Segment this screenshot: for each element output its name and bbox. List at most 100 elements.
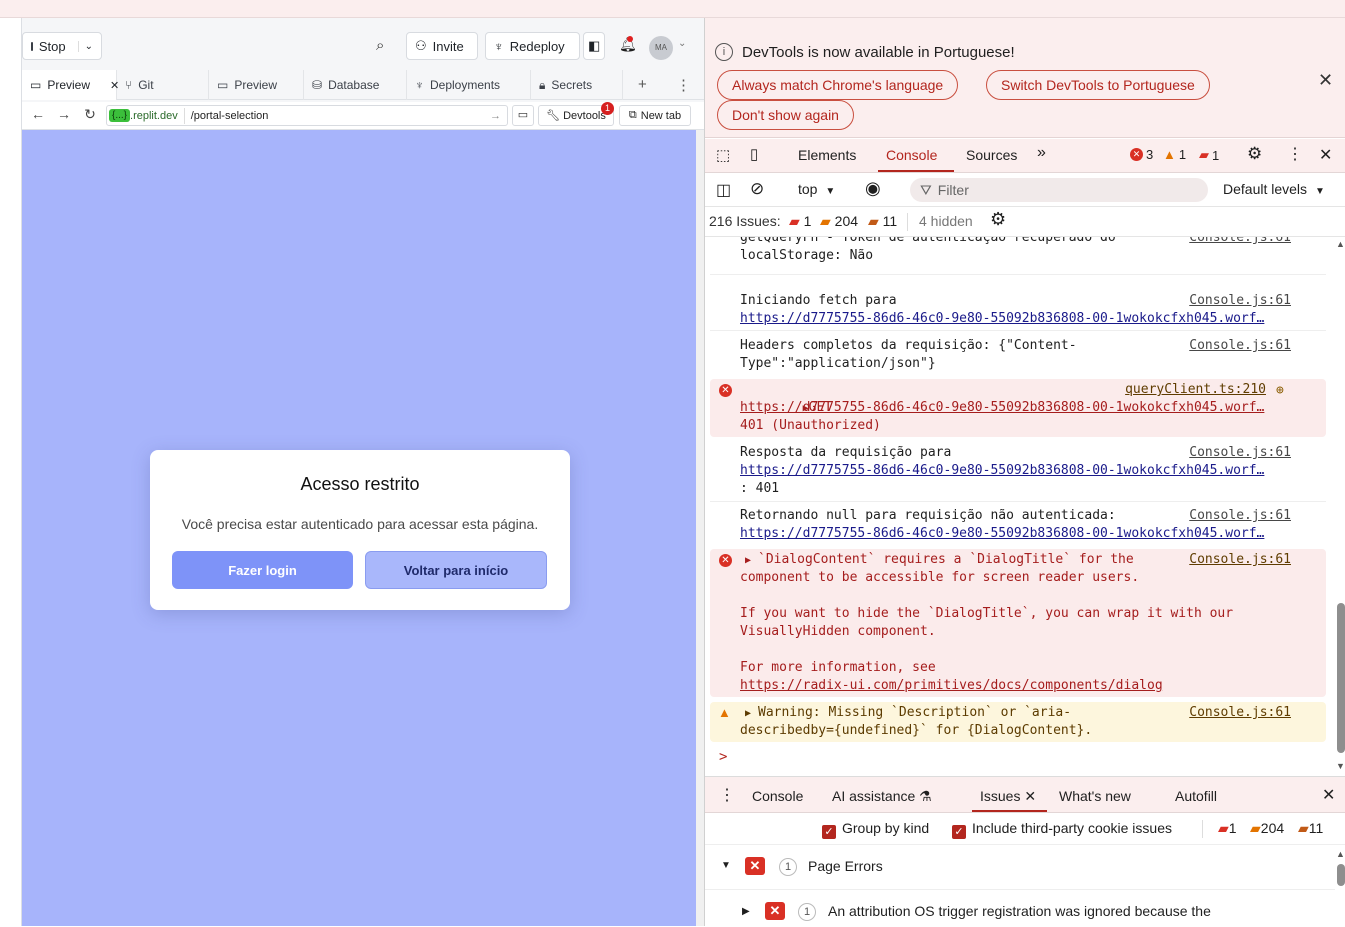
devtools-badge: 1	[601, 102, 614, 115]
log-url-link[interactable]: https://d7775755-86d6-46c0-9e80-55092b83…	[740, 525, 1295, 543]
issue-info[interactable]: ▰ 11	[868, 213, 897, 230]
network-request-icon[interactable]: ⊕	[1276, 383, 1284, 398]
error-count-badge[interactable]: ✕ 3	[1130, 147, 1153, 162]
log-url-link[interactable]: https://d7775755-86d6-46c0-9e80-55092b83…	[740, 399, 1295, 417]
warning-count-badge[interactable]: ▲ 1	[1163, 147, 1186, 162]
close-icon[interactable]: ✕	[1318, 70, 1333, 91]
scroll-thumb[interactable]	[1337, 864, 1345, 886]
close-icon[interactable]: ✕	[1024, 788, 1036, 804]
search-icon[interactable]: ⌕	[376, 37, 384, 54]
stop-button[interactable]: Stop ⌄	[22, 32, 102, 60]
device-toolbar-icon[interactable]: ▯	[750, 145, 758, 163]
scroll-down-icon[interactable]: ▼	[1336, 761, 1345, 771]
log-source-link[interactable]: Console.js:61	[1189, 444, 1291, 462]
count: 11	[1308, 820, 1324, 836]
devtools-drawer: ⋮ Console AI assistance ⚗ Issues ✕ What'…	[705, 776, 1345, 926]
gear-icon[interactable]: ⚙	[1247, 144, 1262, 164]
avatar[interactable]: MA	[649, 36, 673, 60]
issue-warnings[interactable]: ▰ 204	[820, 213, 858, 230]
log-url-link[interactable]: https://d7775755-86d6-46c0-9e80-55092b83…	[740, 462, 1295, 480]
log-source-link[interactable]: queryClient.ts:210	[1125, 381, 1266, 399]
log-source-link[interactable]: Console.js:61	[1189, 507, 1291, 525]
tab-secrets[interactable]: 🔒︎ Secrets	[531, 70, 623, 100]
drawer-info-count: ▰11	[1298, 820, 1323, 837]
infobar-message: DevTools is now available in Portuguese!	[742, 44, 1015, 61]
log-url-link[interactable]: https://radix-ui.com/primitives/docs/com…	[740, 677, 1295, 695]
log-source-link[interactable]: Console.js:61	[1189, 292, 1291, 310]
tab-preview[interactable]: ▭ Preview ✕	[22, 70, 119, 100]
windows-button[interactable]: ◧	[583, 32, 605, 60]
page-errors-count: 1	[779, 858, 797, 876]
back-arrow-icon[interactable]: ←	[28, 106, 48, 122]
go-arrow-icon[interactable]: →	[490, 110, 501, 122]
switch-language-button[interactable]: Switch DevTools to Portuguese	[986, 70, 1210, 100]
devtools-panel: i DevTools is now available in Portugues…	[704, 18, 1345, 926]
tab-elements[interactable]: Elements	[798, 147, 856, 163]
scroll-up-icon[interactable]: ▲	[1336, 239, 1345, 249]
separator	[1202, 820, 1203, 838]
reload-icon[interactable]: ↻	[80, 106, 100, 123]
log-source-link[interactable]: Console.js:61	[1189, 551, 1291, 569]
issue-count: 1	[798, 903, 816, 921]
warning-icon: ▲	[718, 705, 731, 720]
more-tabs-icon[interactable]: »	[1037, 144, 1046, 162]
back-home-button[interactable]: Voltar para início	[365, 551, 547, 589]
more-vertical-icon[interactable]: ⋮	[719, 785, 735, 805]
close-icon[interactable]: ✕	[1322, 785, 1335, 805]
drawer-tab-issues[interactable]: Issues ✕	[980, 788, 1036, 805]
group-by-kind-checkbox[interactable]: ✓ Group by kind	[822, 820, 929, 839]
invite-button[interactable]: ⚇ Invite	[406, 32, 478, 60]
tab-preview-2[interactable]: ▭ Preview	[209, 70, 304, 100]
dont-show-button[interactable]: Don't show again	[717, 100, 854, 130]
tab-console[interactable]: Console	[886, 147, 937, 163]
sidebar-toggle-icon[interactable]: ◫	[716, 180, 731, 200]
console-toolbar: ◫ ⊘ top ▼ ◉ ⛛ Filter Default levels ▼	[705, 173, 1345, 207]
forward-arrow-icon[interactable]: →	[54, 106, 74, 122]
add-tab-icon[interactable]: +	[638, 76, 647, 93]
redeploy-button[interactable]: ♆ Redeploy	[485, 32, 580, 60]
scroll-thumb[interactable]	[1337, 603, 1345, 753]
issue-errors[interactable]: ▰ 1	[789, 213, 811, 230]
log-levels-select[interactable]: Default levels ▼	[1223, 181, 1325, 197]
console-prompt[interactable]: >	[719, 749, 727, 765]
eye-icon[interactable]: ◉	[865, 178, 881, 199]
log-source-link[interactable]: Console.js:61	[1189, 704, 1291, 722]
more-vertical-icon[interactable]: ⋮	[1287, 144, 1303, 164]
drawer-scrollbar[interactable]: ▲	[1335, 846, 1345, 927]
issues-label: 216 Issues:	[709, 213, 781, 229]
url-field[interactable]: {...} .replit.dev /portal-selection →	[106, 105, 508, 126]
levels-label: Default levels	[1223, 181, 1308, 197]
inspect-element-icon[interactable]: ⬚	[716, 146, 730, 164]
more-vertical-icon[interactable]: ⋮	[676, 76, 691, 94]
third-party-checkbox[interactable]: ✓ Include third-party cookie issues	[952, 820, 1172, 839]
page-errors-group[interactable]: ▼ ✕ 1 Page Errors	[705, 846, 1335, 890]
log-source-link[interactable]: Console.js:61	[1189, 337, 1291, 355]
database-icon: ⛁	[312, 78, 323, 92]
context-select[interactable]: top ▼	[798, 181, 835, 197]
screen-toggle-button[interactable]: ▭	[512, 105, 534, 126]
gear-icon[interactable]: ⚙	[990, 209, 1006, 230]
drawer-tab-console[interactable]: Console	[752, 788, 803, 804]
filter-input[interactable]: ⛛ Filter	[910, 178, 1208, 202]
log-url-link[interactable]: https://d7775755-86d6-46c0-9e80-55092b83…	[740, 310, 1295, 328]
tab-sources[interactable]: Sources	[966, 147, 1017, 163]
scroll-up-icon[interactable]: ▲	[1336, 849, 1345, 859]
drawer-tab-ai-assistance[interactable]: AI assistance ⚗	[832, 788, 932, 805]
log-source-link[interactable]: Console.js:61	[1189, 237, 1291, 247]
drawer-tab-autofill[interactable]: Autofill	[1175, 788, 1217, 804]
issue-count-badge[interactable]: ▰ 1	[1199, 147, 1219, 163]
close-icon[interactable]: ✕	[1319, 145, 1332, 165]
drawer-tab-whats-new[interactable]: What's new	[1059, 788, 1131, 804]
preview-scrollbar[interactable]	[696, 130, 704, 926]
always-match-button[interactable]: Always match Chrome's language	[717, 70, 959, 100]
new-tab-button[interactable]: ⧉ New tab	[619, 105, 691, 126]
chevron-down-icon[interactable]: ⌄	[678, 38, 686, 49]
clear-console-icon[interactable]: ⊘	[750, 179, 764, 199]
issue-item[interactable]: ▶ ✕ 1 An attribution OS trigger registra…	[705, 891, 1335, 927]
tab-deployments[interactable]: ♆ Deployments	[407, 70, 531, 100]
deploy-icon: ♆	[494, 38, 504, 54]
login-button[interactable]: Fazer login	[172, 551, 353, 589]
tab-database[interactable]: ⛁ Database	[304, 70, 407, 100]
tab-git[interactable]: ⑂ Git	[117, 70, 209, 100]
console-scrollbar[interactable]: ▲ ▼	[1335, 237, 1345, 776]
